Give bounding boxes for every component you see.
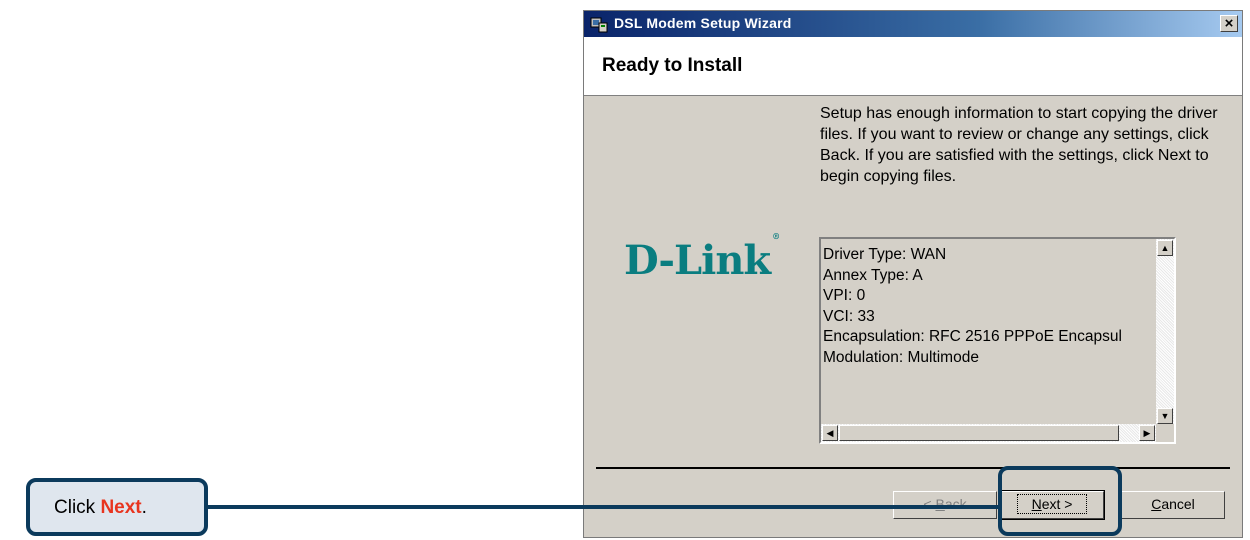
page-title: Ready to Install <box>602 55 743 76</box>
settings-summary-box[interactable]: Driver Type: WAN Annex Type: A VPI: 0 VC… <box>819 237 1176 444</box>
vertical-scrollbar[interactable]: ▲ ▼ <box>1156 239 1174 424</box>
instruction-callout: Click Next. <box>26 478 208 536</box>
callout-connector-line <box>208 505 1000 509</box>
summary-line: Modulation: Multimode <box>823 348 979 366</box>
callout-suffix: . <box>141 497 147 518</box>
scroll-up-icon[interactable]: ▲ <box>1157 240 1173 256</box>
setup-wizard-window: DSL Modem Setup Wizard × Ready to Instal… <box>583 10 1243 538</box>
back-label: ack <box>944 496 967 512</box>
settings-summary-lines: Driver Type: WAN Annex Type: A VPI: 0 VC… <box>823 245 1155 368</box>
callout-highlight: Next <box>100 497 142 518</box>
cancel-accel: C <box>1151 496 1162 512</box>
dlink-logo: D-Link® <box>624 231 780 284</box>
summary-line: VPI: 0 <box>823 287 866 304</box>
callout-text: Click Next. <box>54 497 147 519</box>
back-prefix: < <box>923 496 936 512</box>
back-accel: B <box>935 496 945 512</box>
close-icon[interactable]: × <box>1220 15 1238 32</box>
scroll-left-icon[interactable]: ◀ <box>822 425 838 441</box>
summary-line: Encapsulation: RFC 2516 PPPoE Encapsul <box>823 328 1122 345</box>
horizontal-scrollbar[interactable]: ◀ ▶ <box>821 424 1156 442</box>
logo-text: D-Link <box>624 237 771 284</box>
summary-line: Annex Type: A <box>823 266 923 284</box>
summary-line: VCI: 33 <box>823 307 875 325</box>
window-title: DSL Modem Setup Wizard <box>614 15 792 31</box>
scroll-down-icon[interactable]: ▼ <box>1157 408 1173 424</box>
title-bar[interactable]: DSL Modem Setup Wizard × <box>584 11 1242 37</box>
logo-trademark: ® <box>772 231 780 241</box>
next-button-highlight <box>998 466 1122 536</box>
wizard-header: Ready to Install <box>584 37 1242 96</box>
divider <box>596 467 1230 469</box>
summary-line: Driver Type: WAN <box>823 246 947 263</box>
horizontal-scroll-thumb[interactable] <box>839 425 1119 441</box>
callout-prefix: Click <box>54 497 101 518</box>
scroll-right-icon[interactable]: ▶ <box>1139 425 1155 441</box>
setup-wizard-icon <box>590 17 608 33</box>
cancel-button[interactable]: Cancel <box>1121 491 1225 519</box>
instruction-text: Setup has enough information to start co… <box>820 105 1218 185</box>
cancel-label: ancel <box>1161 496 1195 512</box>
